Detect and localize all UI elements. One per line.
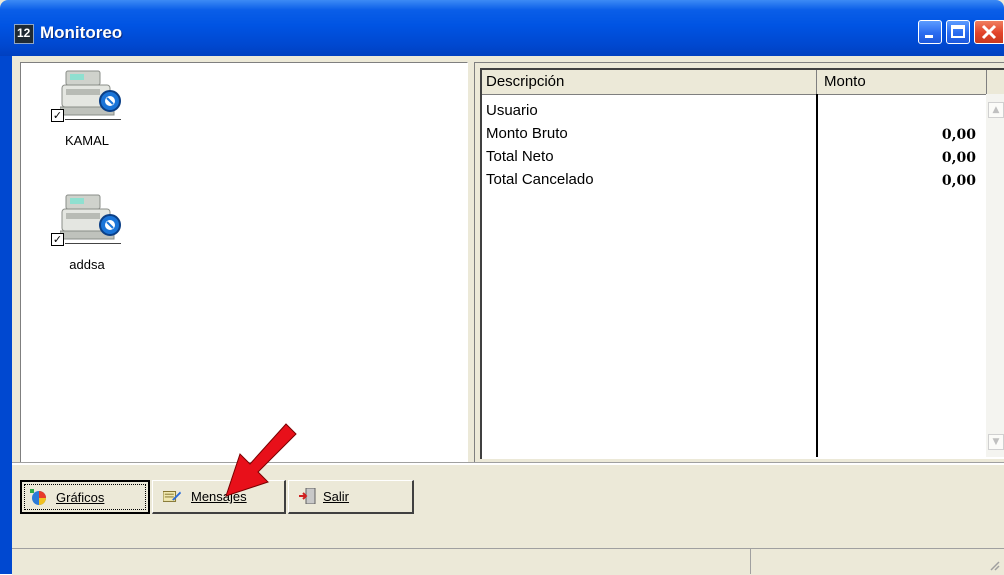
app-icon[interactable]: 12 [14, 24, 34, 44]
cash-register-icon [60, 70, 121, 116]
column-separator[interactable] [816, 70, 817, 94]
red-arrow-icon [225, 423, 297, 497]
resize-grip-icon[interactable] [988, 559, 1000, 571]
terminals-panel: ✓ KAMAL ✓ addsa [20, 62, 468, 464]
status-bar [12, 548, 1004, 575]
salir-button[interactable]: Salir [288, 480, 414, 514]
divider [65, 243, 121, 244]
grid-header: Descripción Monto [482, 70, 1004, 95]
column-header-monto[interactable]: Monto [824, 73, 866, 90]
title-bar[interactable]: 12 Monitoreo [0, 0, 1004, 56]
row-description: Total Neto [486, 148, 554, 165]
exit-door-icon [299, 488, 316, 504]
window-frame-left [0, 56, 12, 574]
window-title: Monitoreo [40, 23, 123, 42]
data-grid[interactable]: Descripción Monto Usuario Monto Bruto To… [480, 68, 1004, 459]
minimize-icon [925, 35, 933, 38]
scroll-up-button[interactable]: ▲ [988, 102, 1004, 118]
close-icon [981, 24, 997, 40]
divider [65, 119, 121, 120]
minimize-button[interactable] [918, 20, 942, 44]
monitoreo-window: 12 Monitoreo ✓ KAMAL ✓ addsa Descripción… [0, 0, 1004, 575]
terminal-label: addsa [69, 257, 105, 272]
terminal-checkbox[interactable]: ✓ [51, 109, 64, 122]
chart-icon [30, 489, 46, 505]
terminal-label: KAMAL [64, 133, 110, 148]
cash-register-icon [60, 194, 121, 240]
scroll-down-button[interactable]: ▼ [988, 434, 1004, 450]
divider [12, 462, 1004, 465]
column-separator[interactable] [986, 70, 987, 94]
column-header-descripcion[interactable]: Descripción [486, 73, 564, 90]
vertical-scrollbar[interactable]: ▲ ▼ [986, 94, 1004, 457]
close-button[interactable] [974, 20, 1004, 44]
column-divider [816, 94, 818, 457]
row-description: Total Cancelado [486, 171, 594, 188]
graficos-label: Gráficos [56, 490, 105, 505]
terminal-item[interactable]: ✓ KAMAL [47, 67, 127, 177]
row-description: Monto Bruto [486, 125, 568, 142]
row-amount: 0,00 [941, 127, 976, 143]
graficos-button[interactable]: Gráficos [20, 480, 150, 514]
salir-label: Salir [323, 489, 350, 504]
row-amount: 0,00 [941, 173, 976, 189]
maximize-icon [951, 25, 965, 38]
row-description: Usuario [486, 102, 538, 119]
status-separator [750, 548, 751, 574]
terminal-checkbox[interactable]: ✓ [51, 233, 64, 246]
maximize-button[interactable] [946, 20, 970, 44]
row-amount: 0,00 [941, 150, 976, 166]
message-icon [163, 491, 181, 502]
terminal-item[interactable]: ✓ addsa [47, 191, 127, 301]
